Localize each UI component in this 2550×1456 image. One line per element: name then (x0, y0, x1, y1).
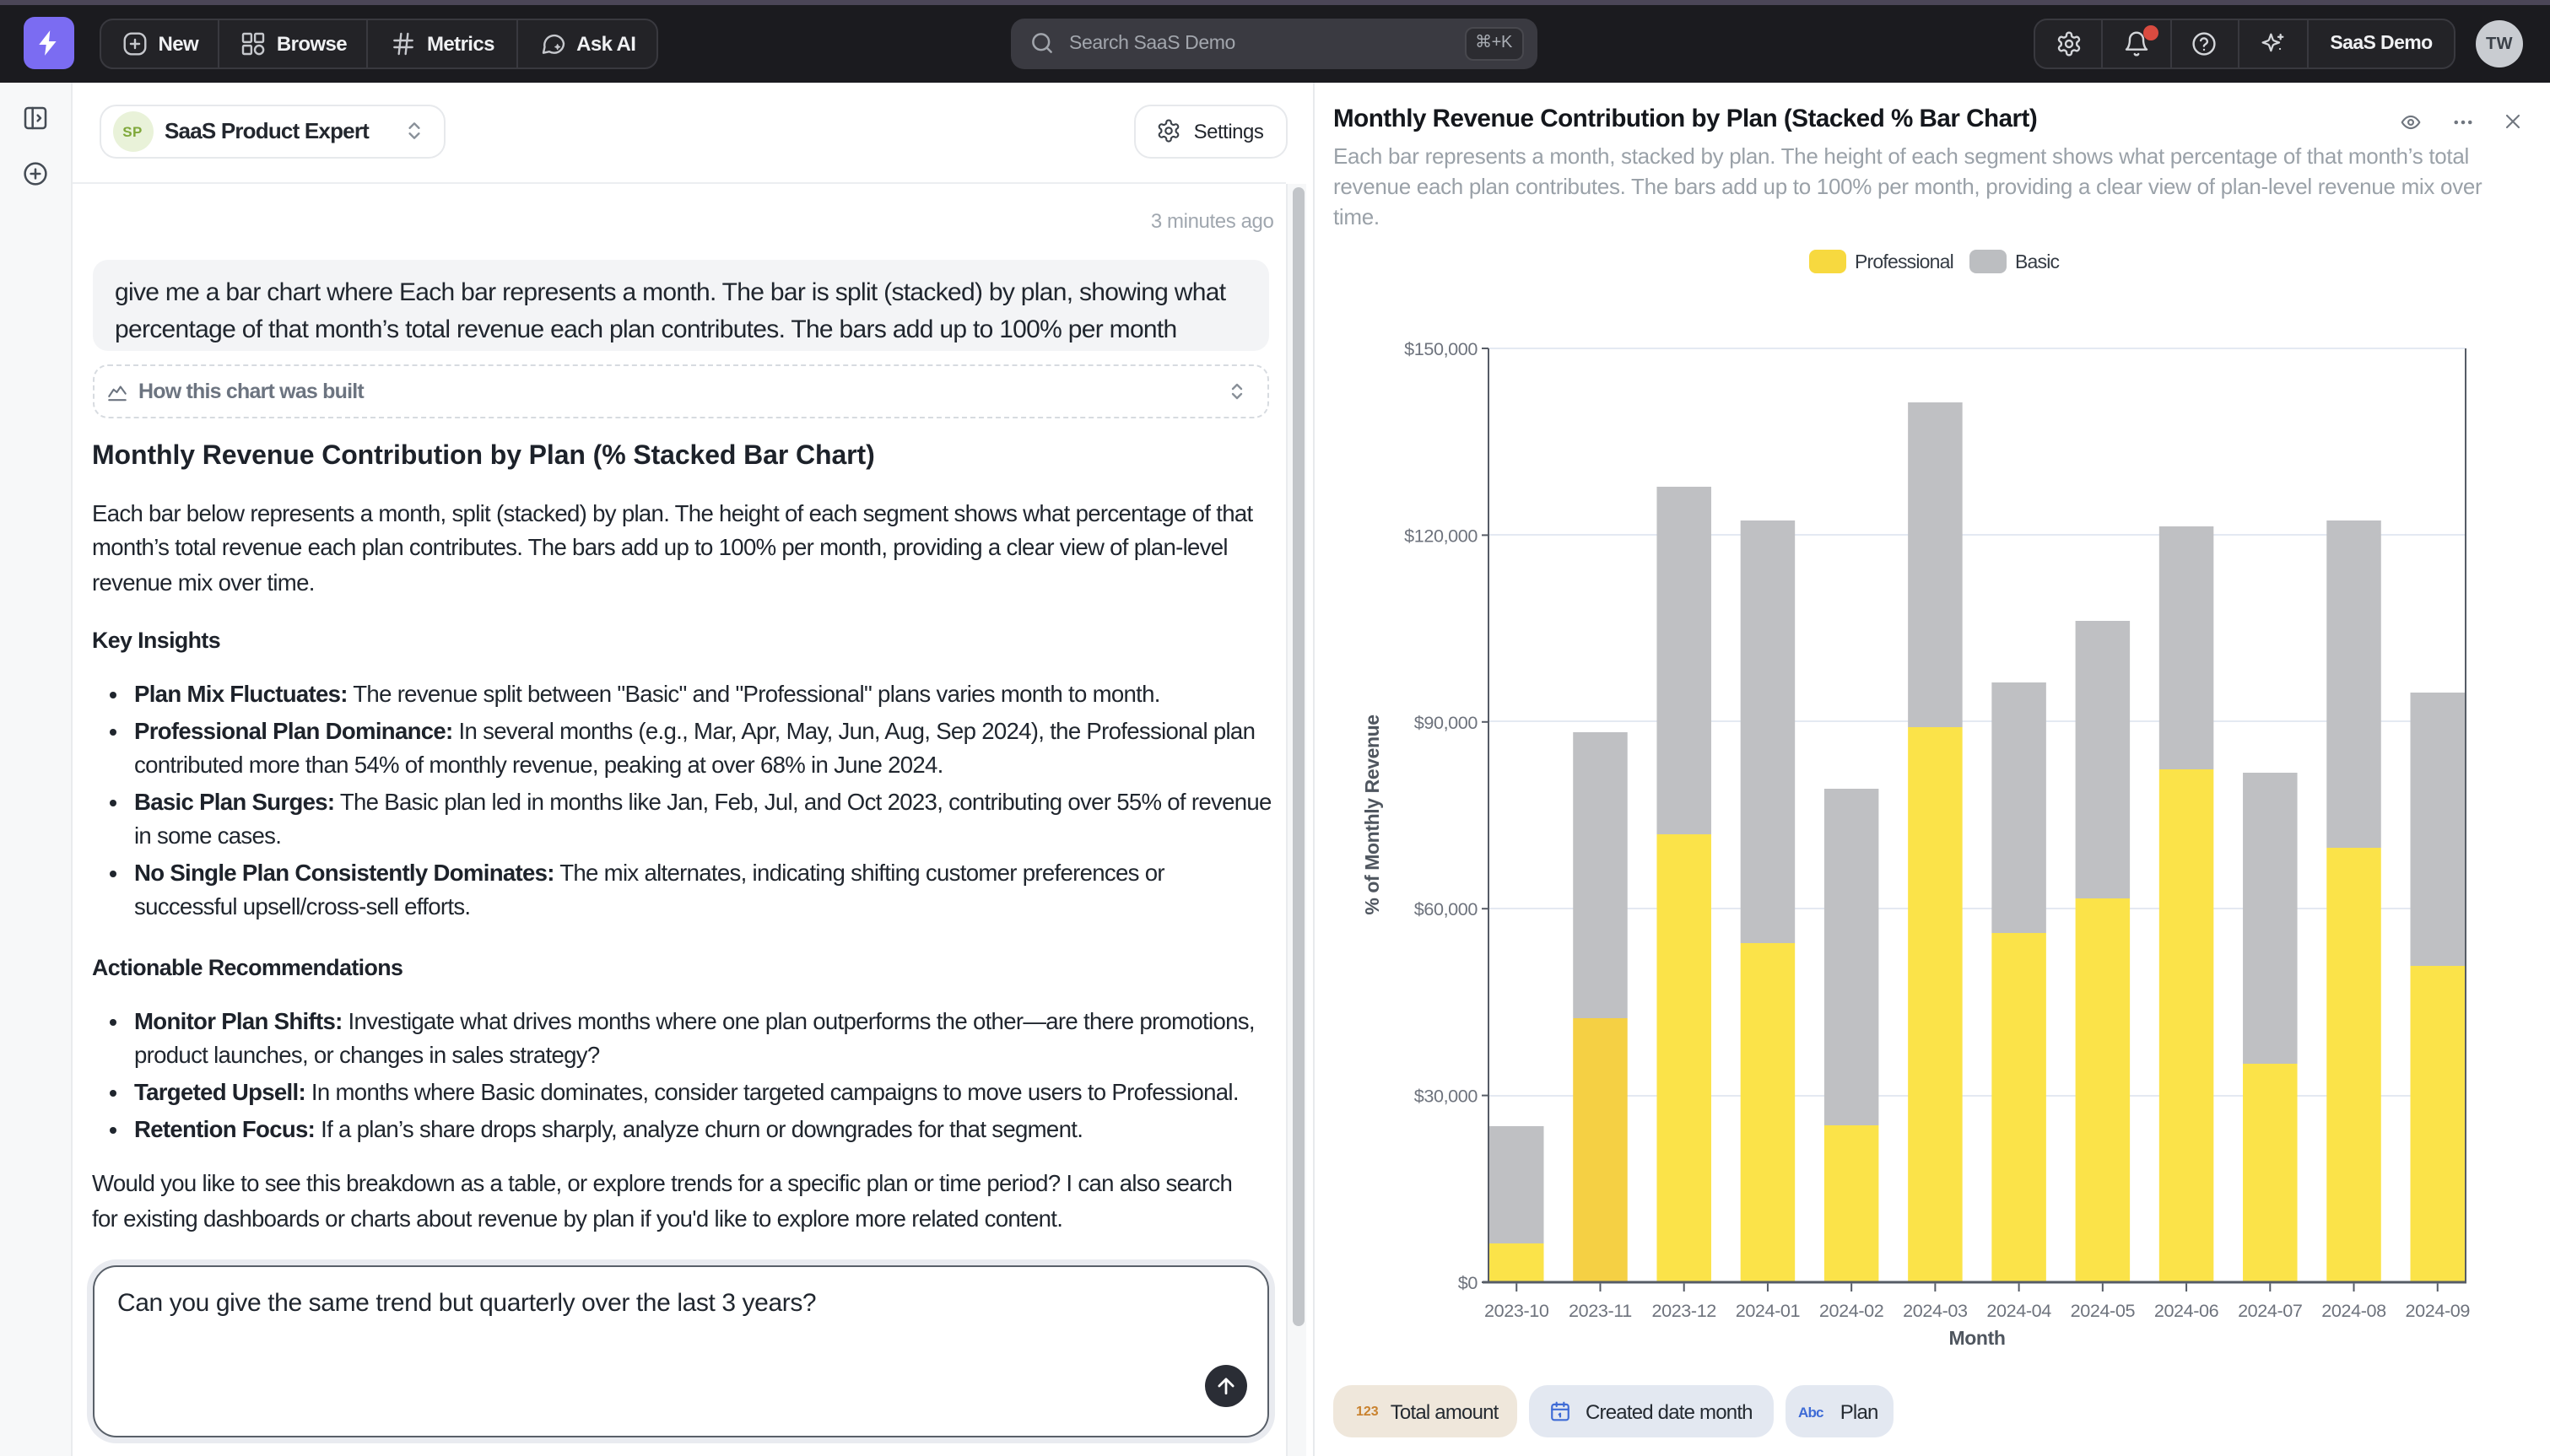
svg-text:2024-07: 2024-07 (2238, 1299, 2302, 1320)
svg-text:$90,000: $90,000 (1414, 711, 1478, 732)
svg-text:2023-11: 2023-11 (1569, 1299, 1632, 1320)
svg-text:2024-02: 2024-02 (1819, 1299, 1883, 1320)
svg-text:$0: $0 (1458, 1271, 1478, 1292)
svg-text:$60,000: $60,000 (1414, 898, 1478, 919)
svg-text:$30,000: $30,000 (1414, 1085, 1478, 1106)
svg-text:% of Monthly Revenue: % of Monthly Revenue (1361, 714, 1383, 914)
svg-text:$150,000: $150,000 (1404, 337, 1478, 359)
svg-text:2024-04: 2024-04 (1986, 1299, 2051, 1320)
svg-text:2024-03: 2024-03 (1903, 1299, 1968, 1320)
svg-text:Month: Month (1949, 1326, 2006, 1348)
svg-text:2024-08: 2024-08 (2321, 1299, 2386, 1320)
svg-text:2023-12: 2023-12 (1651, 1299, 1715, 1320)
svg-text:2023-10: 2023-10 (1484, 1299, 1549, 1320)
svg-text:$120,000: $120,000 (1404, 524, 1478, 545)
svg-text:2024-05: 2024-05 (2071, 1299, 2136, 1320)
svg-text:2024-01: 2024-01 (1736, 1299, 1800, 1320)
svg-text:2024-06: 2024-06 (2154, 1299, 2219, 1320)
svg-text:2024-09: 2024-09 (2406, 1299, 2470, 1320)
